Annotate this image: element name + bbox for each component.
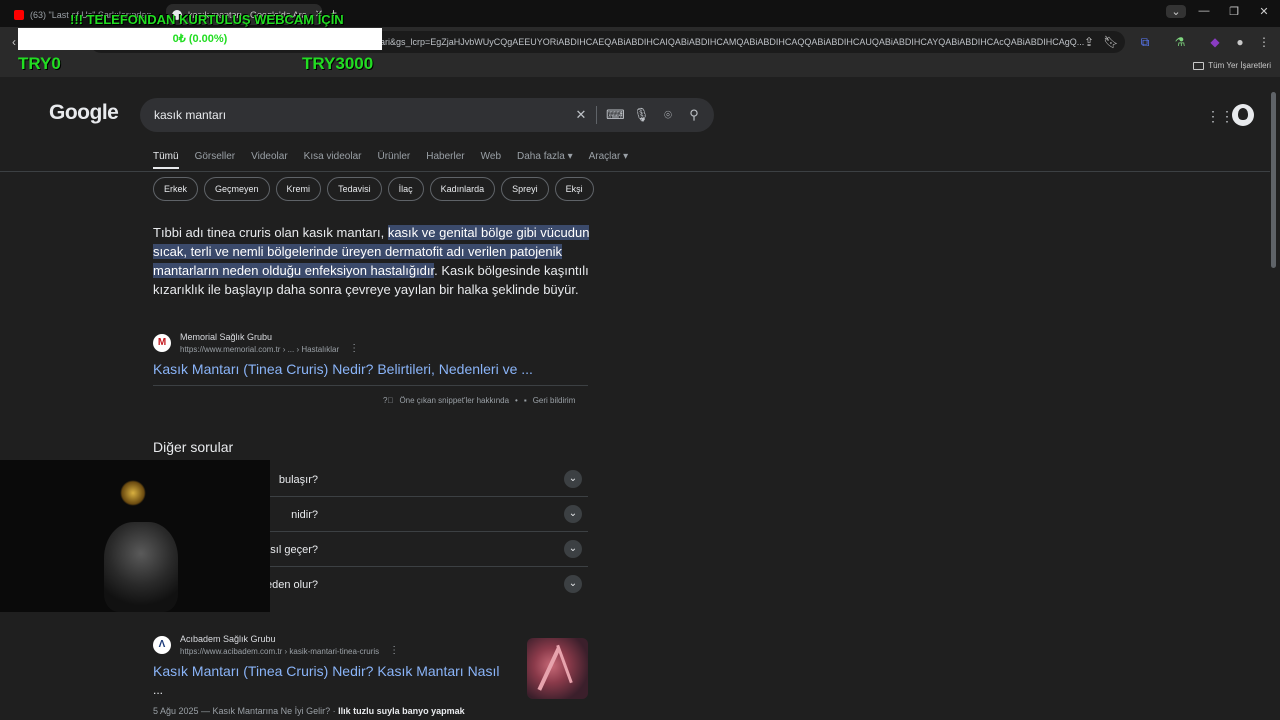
- chip[interactable]: Spreyi: [501, 177, 549, 201]
- separator-dot: •: [515, 396, 518, 405]
- result-thumbnail[interactable]: [527, 638, 588, 699]
- help-icon: ?⃝: [383, 396, 394, 405]
- tab-products[interactable]: Ürünler: [377, 151, 410, 169]
- about-snippets-link[interactable]: Öne çıkan snippet'ler hakkında: [399, 396, 509, 405]
- chip[interactable]: Erkek: [153, 177, 199, 201]
- source-url: https://www.acibadem.com.tr › kasik-mant…: [180, 646, 380, 656]
- result-link[interactable]: Kasık Mantarı (Tinea Cruris) Nedir? Kası…: [153, 663, 499, 679]
- lens-icon[interactable]: ⌾: [660, 107, 676, 123]
- chevron-down-icon[interactable]: ⌄: [564, 575, 582, 593]
- chevron-down-icon[interactable]: ⌄: [564, 540, 582, 558]
- divider: [153, 385, 588, 386]
- extension-icon[interactable]: ⧉: [1137, 34, 1153, 50]
- bookmarks-bar: [0, 57, 1280, 77]
- paa-question-text: nidir?: [291, 509, 318, 521]
- acibadem-logo-icon: Λ: [153, 635, 171, 654]
- tab-short-videos[interactable]: Kısa videolar: [304, 151, 362, 169]
- clear-icon[interactable]: ✕: [573, 107, 589, 123]
- tab-tools[interactable]: Araçlar ▾: [589, 151, 628, 169]
- chevron-down-icon[interactable]: ⌄: [564, 470, 582, 488]
- webcam-person: [104, 522, 178, 612]
- result-link-continuation[interactable]: ...: [153, 683, 163, 697]
- chip[interactable]: Geçmeyen: [204, 177, 270, 201]
- tab-search-icon[interactable]: ⌄: [1166, 5, 1186, 18]
- feedback-icon: ▪: [523, 396, 527, 405]
- result-link[interactable]: Kasık Mantarı (Tinea Cruris) Nedir? Beli…: [153, 361, 533, 377]
- webcam-light: [120, 480, 146, 506]
- tab-all[interactable]: Tümü: [153, 151, 179, 169]
- source-name: Memorial Sağlık Grubu: [180, 331, 273, 342]
- keyboard-icon[interactable]: ⌨: [606, 107, 625, 123]
- chevron-down-icon[interactable]: ⌄: [564, 505, 582, 523]
- bookmark-icon[interactable]: 🔖︎: [1103, 34, 1119, 50]
- chip[interactable]: İlaç: [387, 177, 424, 201]
- chip[interactable]: Kadınlarda: [429, 177, 496, 201]
- chip[interactable]: Tedavisi: [327, 177, 382, 201]
- restore-button[interactable]: ❐: [1224, 5, 1244, 18]
- divider: [0, 171, 1270, 172]
- snippet-footer: ?⃝ Öne çıkan snippet'ler hakkında • ▪ Ge…: [383, 396, 575, 405]
- chip[interactable]: Kremi: [275, 177, 322, 201]
- more-options-icon[interactable]: ⋮: [389, 645, 399, 656]
- webcam-overlay: [0, 460, 270, 612]
- search-tabs: Tümü Görseller Videolar Kısa videolar Ür…: [153, 151, 628, 169]
- lab-icon[interactable]: ⚗: [1172, 34, 1188, 50]
- extension-purple-icon[interactable]: ◆: [1207, 34, 1223, 50]
- memorial-logo-icon: M: [153, 333, 171, 352]
- donation-goal-banner: !!! TELEFONDAN KURTULUŞ WEBCAM İÇİN: [70, 12, 344, 27]
- chip[interactable]: Ekşi: [554, 177, 594, 201]
- youtube-icon: [14, 9, 24, 20]
- donation-progress-text: 0₺ (0.00%): [172, 33, 228, 45]
- share-icon[interactable]: ⇪: [1081, 34, 1097, 50]
- snippet-text: Tıbbi adı tinea cruris olan kasık mantar…: [153, 225, 388, 240]
- donation-max-label: TRY3000: [302, 54, 374, 73]
- all-bookmarks[interactable]: Tüm Yer İşaretleri: [1193, 61, 1271, 70]
- minimize-button[interactable]: —: [1194, 5, 1214, 17]
- close-window-button[interactable]: ✕: [1254, 5, 1274, 18]
- microphone-icon[interactable]: 🎙︎: [633, 107, 650, 123]
- scrollbar-thumb[interactable]: [1271, 92, 1276, 268]
- search-icon[interactable]: ⚲: [686, 107, 702, 123]
- people-also-ask-title: Diğer sorular: [153, 439, 234, 455]
- source-url: https://www.memorial.com.tr › ... › Hast…: [180, 344, 340, 354]
- refinement-chips: Erkek Geçmeyen Kremi Tedavisi İlaç Kadın…: [153, 177, 594, 201]
- result-meta: 5 Ağu 2025 — Kasık Mantarına Ne İyi Geli…: [153, 706, 465, 716]
- donation-progress-bar: 0₺ (0.00%): [18, 28, 382, 50]
- result-date: 5 Ağu 2025 — Kasık Mantarına Ne İyi Geli…: [153, 706, 339, 716]
- source-name: Acıbadem Sağlık Grubu: [180, 633, 276, 644]
- result-source[interactable]: Λ Acıbadem Sağlık Grubu https://www.acib…: [153, 633, 399, 656]
- tab-news[interactable]: Haberler: [426, 151, 464, 169]
- tab-more[interactable]: Daha fazla ▾: [517, 151, 573, 169]
- menu-icon[interactable]: ⋮: [1256, 34, 1272, 50]
- folder-icon: [1193, 61, 1205, 70]
- feedback-link[interactable]: Geri bildirim: [533, 396, 576, 405]
- result-source[interactable]: M Memorial Sağlık Grubu https://www.memo…: [153, 331, 359, 354]
- search-box[interactable]: kasık mantarı ✕ ⌨ 🎙︎ ⌾ ⚲: [140, 98, 714, 132]
- donation-min-label: TRY0: [18, 54, 61, 73]
- scrollbar[interactable]: [1270, 82, 1278, 720]
- all-bookmarks-label: Tüm Yer İşaretleri: [1208, 61, 1271, 70]
- tab-images[interactable]: Görseller: [195, 151, 236, 169]
- google-logo[interactable]: Google: [49, 101, 119, 125]
- avatar[interactable]: [1232, 104, 1254, 126]
- divider: [596, 106, 597, 124]
- tab-web[interactable]: Web: [481, 151, 501, 169]
- result-meta-bold: Ilık tuzlu suyla banyo yapmak: [338, 706, 465, 716]
- featured-snippet: Tıbbi adı tinea cruris olan kasık mantar…: [153, 223, 593, 299]
- tab-videos[interactable]: Videolar: [251, 151, 288, 169]
- paa-question-text: bulaşır?: [278, 474, 318, 486]
- more-options-icon[interactable]: ⋮: [349, 343, 359, 354]
- profile-icon[interactable]: ●: [1232, 34, 1248, 50]
- search-input[interactable]: kasık mantarı: [154, 108, 226, 122]
